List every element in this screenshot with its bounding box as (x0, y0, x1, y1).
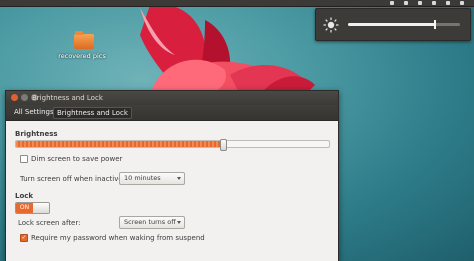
lock-after-label: Lock screen after: (18, 219, 81, 227)
minimize-button[interactable] (21, 94, 28, 101)
brightness-heading: Brightness (15, 130, 58, 138)
crumb-brightness-and-lock[interactable]: Brightness and Lock (53, 107, 132, 119)
desktop-folder-label: recovered pics (58, 52, 106, 60)
title-bar: Brightness and Lock (6, 91, 338, 105)
brightness-popup-thumb[interactable] (434, 20, 437, 29)
brightness-slider-thumb[interactable] (219, 139, 227, 151)
indicator-icon[interactable] (460, 1, 464, 5)
lock-toggle-on-label: ON (16, 203, 33, 213)
sun-icon (323, 17, 339, 33)
window-title: Brightness and Lock (32, 94, 103, 102)
turn-off-value: 10 minutes (124, 174, 161, 182)
chevron-down-icon (177, 221, 181, 224)
chevron-down-icon (177, 177, 181, 180)
dim-screen-checkbox[interactable] (20, 155, 28, 163)
brightness-popup (315, 8, 471, 41)
desktop: recovered pics Brightness and Lock All S… (0, 0, 474, 261)
indicator-icon[interactable] (446, 1, 450, 5)
top-panel (0, 0, 474, 7)
indicator-icon[interactable] (390, 1, 394, 5)
turn-off-dropdown[interactable]: 10 minutes (119, 172, 185, 185)
brightness-popup-fill (348, 23, 436, 26)
folder-icon (74, 31, 94, 49)
brightness-popup-slider[interactable] (348, 20, 460, 29)
dim-screen-label: Dim screen to save power (31, 155, 123, 163)
brightness-slider-fill (16, 141, 223, 147)
lock-heading: Lock (15, 192, 34, 200)
require-password-label: Require my password when waking from sus… (31, 234, 205, 242)
breadcrumb: All Settings Brightness and Lock (6, 105, 338, 121)
lock-toggle-knob[interactable] (33, 203, 49, 213)
lock-after-dropdown[interactable]: Screen turns off (119, 216, 185, 229)
desktop-folder[interactable]: recovered pics (58, 31, 106, 60)
brightness-slider[interactable] (15, 139, 330, 151)
settings-window: Brightness and Lock All Settings Brightn… (5, 90, 339, 261)
indicator-icon[interactable] (432, 1, 436, 5)
lock-toggle[interactable]: ON (15, 202, 50, 214)
crumb-all-settings[interactable]: All Settings (11, 107, 57, 117)
settings-content: Brightness Dim screen to save power Turn… (6, 121, 338, 261)
indicator-icon[interactable] (418, 1, 422, 5)
require-password-checkbox[interactable]: ✓ (20, 234, 28, 242)
lock-after-value: Screen turns off (124, 218, 176, 226)
indicator-icon[interactable] (404, 1, 408, 5)
close-button[interactable] (11, 94, 18, 101)
